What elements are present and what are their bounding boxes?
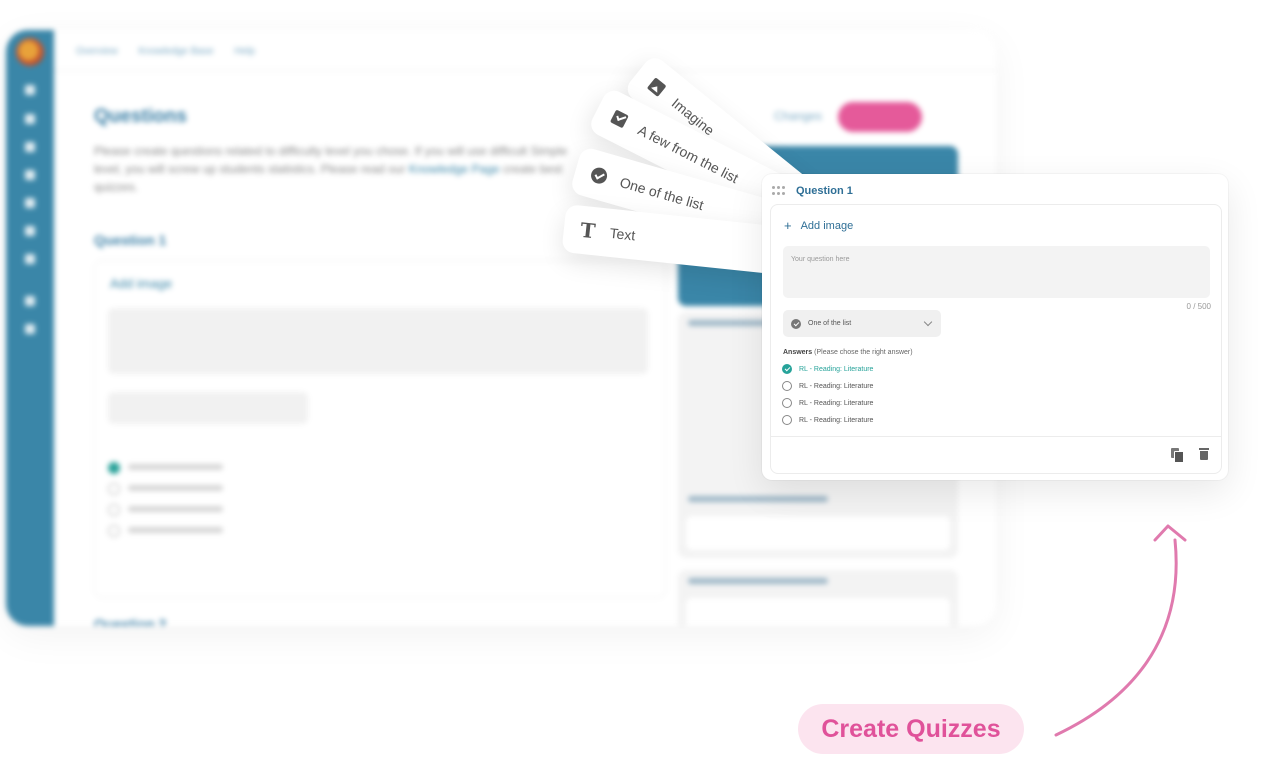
answer-radio[interactable] [108, 462, 120, 474]
question-type-value: One of the list [808, 320, 852, 327]
check-circle-icon [791, 318, 801, 329]
page-description: Please create questions related to diffi… [94, 144, 568, 194]
nav-knowledge-base[interactable]: Knowledge Base [138, 46, 213, 57]
add-image-button[interactable]: + Add image [784, 218, 853, 233]
answer-text [128, 527, 223, 533]
radio-icon[interactable] [782, 415, 792, 425]
radio-icon[interactable] [782, 398, 792, 408]
question-2-heading: Question 2 [94, 616, 167, 626]
answer-option[interactable]: RL - Reading: Literature [782, 397, 873, 409]
answer-text: RL - Reading: Literature [799, 382, 874, 390]
question-text-input[interactable] [108, 308, 648, 374]
question-type-select[interactable]: One of the list [783, 310, 941, 337]
answer-radio[interactable] [108, 504, 120, 516]
chat-icon[interactable] [25, 170, 35, 180]
nav-overview[interactable]: Overview [76, 46, 118, 57]
avatar[interactable] [16, 38, 44, 66]
question-card-body: + Add image 0 / 500 One of the list Answ… [770, 204, 1222, 474]
text-icon: T [579, 217, 597, 244]
average-time-panel [678, 570, 958, 626]
answer-radio[interactable] [108, 483, 120, 495]
question-text-input[interactable] [783, 246, 1210, 298]
answer-text [128, 464, 223, 470]
top-nav: Overview Knowledge Base Help [76, 46, 273, 57]
check-circle-icon [587, 163, 612, 188]
menu-icon[interactable] [25, 85, 35, 95]
answer-text: RL - Reading: Literature [799, 399, 874, 407]
home-icon[interactable] [25, 114, 35, 124]
type-card-label: Text [608, 224, 637, 244]
add-image-label: Add image [800, 219, 854, 232]
card-footer-divider [771, 436, 1221, 437]
char-counter: 0 / 500 [1186, 302, 1211, 311]
trash-icon[interactable] [1199, 448, 1209, 460]
plus-icon: + [784, 218, 792, 233]
answer-text: RL - Reading: Literature [799, 416, 874, 424]
price-panel [678, 488, 958, 558]
question-title: Question 1 [796, 185, 853, 197]
answers-label: Answers (Please chose the right answer) [783, 349, 913, 356]
radio-icon[interactable] [782, 381, 792, 391]
sidebar [6, 30, 54, 626]
question-1-heading: Question 1 [94, 232, 167, 248]
type-card-label: One of the list [618, 173, 706, 214]
question-card-header: Question 1 [772, 182, 853, 200]
document-icon[interactable] [25, 198, 35, 208]
checkbox-icon [606, 105, 633, 132]
gear-icon[interactable] [25, 296, 35, 306]
page-title: Questions [94, 106, 187, 127]
video-icon[interactable] [25, 226, 35, 236]
drag-handle-icon[interactable] [772, 186, 786, 196]
answer-text [128, 506, 223, 512]
knowledge-page-link[interactable]: Knowledge Page [409, 162, 500, 176]
answer-option[interactable]: RL - Reading: Literature [782, 380, 873, 392]
create-quizzes-callout: Create Quizzes [798, 704, 1024, 754]
answer-option[interactable]: RL - Reading: Literature [782, 363, 873, 375]
question-type-select[interactable] [108, 392, 308, 424]
calendar-icon[interactable] [25, 254, 35, 264]
question-card: Question 1 + Add image 0 / 500 One of th… [762, 174, 1228, 480]
mail-icon[interactable] [25, 142, 35, 152]
copy-icon[interactable] [1171, 448, 1184, 463]
answer-text: RL - Reading: Literature [799, 365, 874, 373]
image-icon [643, 73, 671, 101]
help-icon[interactable] [25, 324, 35, 334]
add-image-button[interactable]: Add image [110, 276, 172, 291]
answer-option[interactable]: RL - Reading: Literature [782, 414, 873, 426]
radio-checked-icon[interactable] [782, 364, 792, 374]
nav-help[interactable]: Help [234, 46, 255, 57]
chevron-down-icon [923, 317, 933, 327]
answer-text [128, 485, 223, 491]
answer-radio[interactable] [108, 525, 120, 537]
